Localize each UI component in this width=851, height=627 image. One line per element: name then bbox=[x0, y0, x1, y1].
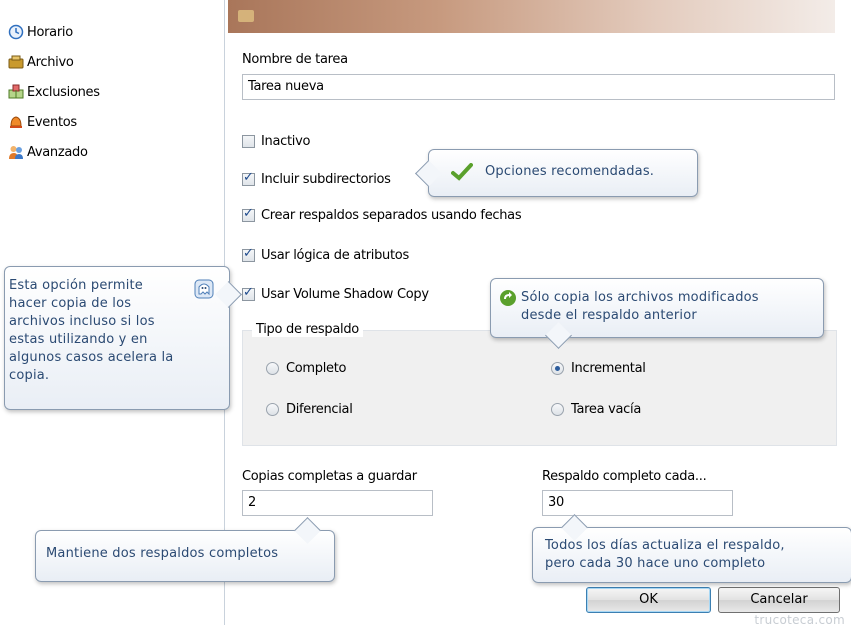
checkbox-box[interactable] bbox=[242, 206, 255, 222]
backup-type-title: Tipo de respaldo bbox=[252, 322, 363, 337]
checkbox-box[interactable] bbox=[242, 246, 255, 262]
checkbox-label: Crear respaldos separados usando fechas bbox=[261, 207, 522, 223]
task-name-label: Nombre de tarea bbox=[242, 52, 348, 67]
radio-label: Diferencial bbox=[286, 402, 353, 417]
vss-tooltip: Esta opción permite hacer copia de los a… bbox=[4, 266, 242, 410]
tooltip-line: estas utilizando y en bbox=[9, 332, 148, 347]
tooltip-line: desde el respaldo anterior bbox=[521, 308, 697, 323]
radio-tarea-vacia[interactable]: Tarea vacía bbox=[551, 402, 641, 417]
sidebar-item-archivo[interactable]: Archivo bbox=[8, 52, 74, 72]
sidebar-item-eventos[interactable]: Eventos bbox=[8, 112, 77, 132]
sidebar-item-exclusiones[interactable]: Exclusiones bbox=[8, 82, 100, 102]
full-every-label: Respaldo completo cada... bbox=[542, 469, 707, 484]
tooltip-line: algunos casos acelera la bbox=[9, 350, 174, 365]
sidebar-item-label: Avanzado bbox=[27, 144, 88, 160]
sidebar-item-label: Exclusiones bbox=[27, 84, 100, 100]
radio-incremental[interactable]: Incremental bbox=[551, 361, 646, 376]
radio-dot[interactable] bbox=[551, 403, 564, 416]
tooltip-line: pero cada 30 hace uno completo bbox=[545, 556, 766, 571]
full-copies-input[interactable]: 2 bbox=[242, 490, 433, 516]
attribute-logic-checkbox[interactable]: Usar lógica de atributos bbox=[242, 246, 409, 264]
checkbox-box[interactable] bbox=[242, 170, 255, 186]
tooltip-line: hacer copia de los bbox=[9, 296, 132, 311]
sidebar-item-label: Horario bbox=[27, 24, 73, 40]
clock-icon bbox=[8, 24, 24, 40]
checkbox-box[interactable] bbox=[242, 134, 255, 148]
radio-label: Completo bbox=[286, 361, 347, 376]
keep-two-tooltip: Mantiene dos respaldos completos bbox=[35, 517, 335, 582]
archive-icon bbox=[8, 54, 24, 70]
tooltip-line: Esta opción permite bbox=[9, 278, 144, 293]
incremental-tooltip: Sólo copia los archivos modificados desd… bbox=[490, 278, 824, 349]
full-every-input[interactable]: 30 bbox=[542, 490, 733, 516]
radio-completo[interactable]: Completo bbox=[266, 361, 347, 376]
check-icon bbox=[451, 163, 473, 185]
advanced-users-icon bbox=[8, 144, 24, 160]
refresh-arrow-icon bbox=[499, 289, 517, 311]
tooltip-tail bbox=[215, 281, 242, 308]
every30-tooltip: Todos los días actualiza el respaldo, pe… bbox=[532, 514, 851, 583]
task-name-input[interactable]: Tarea nueva bbox=[242, 74, 835, 100]
sidebar-item-avanzado[interactable]: Avanzado bbox=[8, 142, 88, 162]
backup-type-group bbox=[242, 330, 837, 446]
banner-icon bbox=[238, 10, 254, 22]
checkbox-label: Inactivo bbox=[261, 133, 311, 149]
bell-icon bbox=[8, 114, 24, 130]
checkbox-label: Incluir subdirectorios bbox=[261, 171, 391, 187]
radio-label: Tarea vacía bbox=[571, 402, 641, 417]
sidebar-item-label: Archivo bbox=[27, 54, 74, 70]
tooltip-tail bbox=[294, 517, 321, 544]
tooltip-tail bbox=[415, 160, 442, 187]
radio-label: Incremental bbox=[571, 361, 646, 376]
tooltip-text: Opciones recomendadas. bbox=[485, 164, 655, 179]
tooltip-line: archivos incluso si los bbox=[9, 314, 155, 329]
tooltip-line: copia. bbox=[9, 368, 50, 383]
checkbox-label: Usar lógica de atributos bbox=[261, 247, 409, 263]
tooltip-text: Mantiene dos respaldos completos bbox=[46, 546, 279, 561]
separate-dated-checkbox[interactable]: Crear respaldos separados usando fechas bbox=[242, 206, 522, 224]
recommended-tooltip: Opciones recomendadas. bbox=[415, 149, 698, 197]
include-subdirs-checkbox[interactable]: Incluir subdirectorios bbox=[242, 170, 391, 188]
radio-dot[interactable] bbox=[551, 362, 564, 375]
tooltip-line: Todos los días actualiza el respaldo, bbox=[545, 538, 785, 553]
tooltip-line: Sólo copia los archivos modificados bbox=[521, 290, 759, 305]
radio-dot[interactable] bbox=[266, 403, 279, 416]
inactive-checkbox[interactable]: Inactivo bbox=[242, 132, 310, 150]
full-copies-label: Copias completas a guardar bbox=[242, 469, 417, 484]
volume-shadow-checkbox[interactable]: Usar Volume Shadow Copy bbox=[242, 285, 429, 303]
exclusions-icon bbox=[8, 84, 24, 100]
sidebar-item-horario[interactable]: Horario bbox=[8, 22, 73, 42]
sidebar-item-label: Eventos bbox=[27, 114, 77, 130]
checkbox-box[interactable] bbox=[242, 285, 255, 301]
radio-dot[interactable] bbox=[266, 362, 279, 375]
ghost-icon bbox=[193, 278, 215, 304]
header-banner bbox=[228, 0, 835, 33]
checkbox-label: Usar Volume Shadow Copy bbox=[261, 286, 429, 302]
ok-button[interactable]: OK bbox=[586, 587, 711, 613]
cancel-button[interactable]: Cancelar bbox=[718, 587, 840, 613]
radio-diferencial[interactable]: Diferencial bbox=[266, 402, 353, 417]
